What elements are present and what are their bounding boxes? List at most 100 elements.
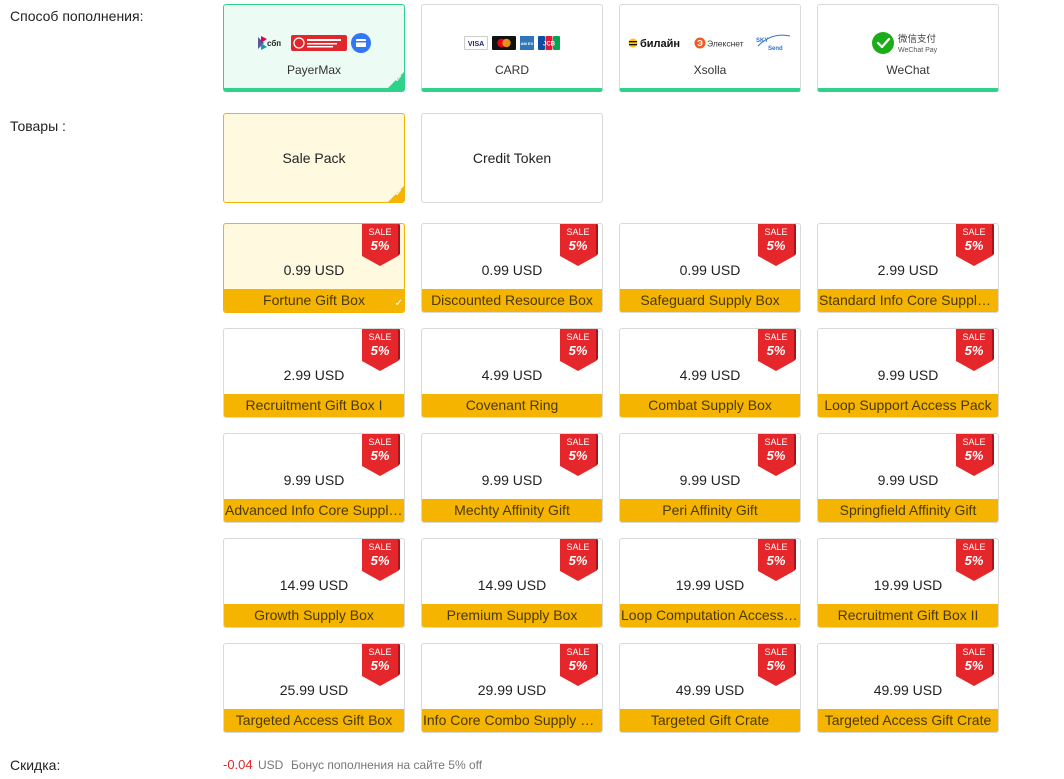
product-price: 19.99 USD [675,577,745,593]
sale-badge-label: SALE [962,227,985,237]
product-price: 49.99 USD [873,682,943,698]
sale-badge-label: SALE [566,332,589,342]
product-card[interactable]: SALE 5% 9.99 USD Advanced Info Core Supp… [223,433,405,523]
sale-badge-percent: 5% [965,553,984,568]
visa-logo-text: VISA [468,41,484,48]
product-name: Targeted Access Gift Crate [818,709,998,732]
product-price: 14.99 USD [477,577,547,593]
selected-check-icon: ✓ [388,296,404,312]
sale-badge-percent: 5% [965,448,984,463]
product-card[interactable]: SALE 5% 14.99 USD Premium Supply Box [421,538,603,628]
sale-badge-percent: 5% [965,343,984,358]
sale-badge-percent: 5% [569,343,588,358]
payment-option-wechat[interactable]: 微信支付 WeChat Pay WeChat [817,4,999,92]
sale-badge-label: SALE [368,227,391,237]
sale-badge-percent: 5% [965,238,984,253]
sale-badge: SALE 5% [956,329,994,371]
product-card[interactable]: SALE 5% 0.99 USD Discounted Resource Box [421,223,603,313]
amex-logo-text: AM EX [521,41,534,46]
jcb-logo-text: JCB [543,42,556,48]
product-card[interactable]: SALE 5% 9.99 USD Loop Support Access Pac… [817,328,999,418]
sale-badge: SALE 5% [362,539,400,581]
product-card[interactable]: SALE 5% 19.99 USD Recruitment Gift Box I… [817,538,999,628]
visa-logo: VISA [464,36,488,50]
sale-badge: SALE 5% [362,434,400,476]
sale-badge-label: SALE [764,332,787,342]
sale-badge: SALE 5% [758,644,796,686]
selected-check-icon: ✓ [388,186,404,202]
product-name: Growth Supply Box [224,604,404,627]
product-name: Recruitment Gift Box II [818,604,998,627]
product-price: 0.99 USD [283,262,345,278]
discount-label: Скидка: [10,757,61,773]
sale-badge: SALE 5% [758,224,796,266]
product-price: 19.99 USD [873,577,943,593]
product-name: Recruitment Gift Box I [224,394,404,417]
product-card[interactable]: SALE 5% 2.99 USD Standard Info Core Supp… [817,223,999,313]
wechat-pay-en: WeChat Pay [898,47,938,54]
payermax-logos: сбп [257,23,371,63]
sale-badge-label: SALE [962,437,985,447]
product-card[interactable]: SALE 5% 4.99 USD Combat Supply Box [619,328,801,418]
sale-badge: SALE 5% [560,329,598,371]
goods-type-sale-pack[interactable]: Sale Pack ✓ [223,113,405,203]
goods-type-label: Credit Token [472,150,552,166]
goods-type-credit-token[interactable]: Credit Token [421,113,603,203]
sale-badge-percent: 5% [371,658,390,673]
product-card[interactable]: SALE 5% 2.99 USD Recruitment Gift Box I [223,328,405,418]
sbp-logo: сбп [258,36,281,50]
goods-type-label: Sale Pack [282,150,346,166]
sale-badge-label: SALE [962,647,985,657]
skysend-logo-top: SKY [756,38,768,44]
product-card[interactable]: SALE 5% 19.99 USD Loop Computation Acces… [619,538,801,628]
wechat-logos: 微信支付 WeChat Pay [872,23,944,63]
discount-note: Бонус пополнения на сайте 5% off [291,758,483,772]
product-name: Mechty Affinity Gift [422,499,602,522]
sale-badge-percent: 5% [371,343,390,358]
sale-badge: SALE 5% [362,644,400,686]
sale-badge-percent: 5% [767,658,786,673]
sale-badge: SALE 5% [560,224,598,266]
card-logos: VISA AM EX JCB [464,23,560,63]
amex-logo: AM EX [520,36,534,50]
sale-badge-label: SALE [764,227,787,237]
payment-option-payermax[interactable]: сбп PayerMax ✓ [223,4,405,92]
product-card[interactable]: SALE 5% 9.99 USD Springfield Affinity Gi… [817,433,999,523]
sale-badge: SALE 5% [560,539,598,581]
sale-badge-label: SALE [764,647,787,657]
sale-badge: SALE 5% [956,644,994,686]
elexnet-logo-text: Элекснет [707,39,744,49]
product-card[interactable]: SALE 5% 29.99 USD Info Core Combo Supply… [421,643,603,733]
product-card[interactable]: SALE 5% 9.99 USD Peri Affinity Gift [619,433,801,523]
payment-option-name: WeChat [886,63,930,77]
product-price: 4.99 USD [481,367,543,383]
sale-badge: SALE 5% [956,434,994,476]
discount-currency: USD [258,758,284,772]
product-price: 49.99 USD [675,682,745,698]
product-card[interactable]: SALE 5% 0.99 USD Fortune Gift Box ✓ [223,223,405,313]
product-card[interactable]: SALE 5% 25.99 USD Targeted Access Gift B… [223,643,405,733]
product-name: Info Core Combo Supply Box [422,709,602,732]
product-name: Targeted Access Gift Box [224,709,404,732]
product-card[interactable]: SALE 5% 49.99 USD Targeted Access Gift C… [817,643,999,733]
sale-badge: SALE 5% [758,434,796,476]
payment-option-card[interactable]: VISA AM EX JCB CARD [421,4,603,92]
product-price: 29.99 USD [477,682,547,698]
product-card[interactable]: SALE 5% 14.99 USD Growth Supply Box [223,538,405,628]
product-name: Peri Affinity Gift [620,499,800,522]
product-card[interactable]: SALE 5% 4.99 USD Covenant Ring [421,328,603,418]
sale-badge-percent: 5% [965,658,984,673]
product-name: Standard Info Core Supply Box [818,289,998,312]
product-name: Safeguard Supply Box [620,289,800,312]
product-card[interactable]: SALE 5% 49.99 USD Targeted Gift Crate [619,643,801,733]
sale-badge-label: SALE [566,227,589,237]
product-card[interactable]: SALE 5% 9.99 USD Mechty Affinity Gift [421,433,603,523]
payment-option-xsolla[interactable]: билайн Э Элекснет SKY Send Xsolla [619,4,801,92]
product-price: 2.99 USD [877,262,939,278]
sale-badge-label: SALE [566,437,589,447]
sale-badge-label: SALE [368,647,391,657]
sale-badge-label: SALE [566,542,589,552]
product-price: 14.99 USD [279,577,349,593]
product-card[interactable]: SALE 5% 0.99 USD Safeguard Supply Box [619,223,801,313]
sale-badge: SALE 5% [560,644,598,686]
